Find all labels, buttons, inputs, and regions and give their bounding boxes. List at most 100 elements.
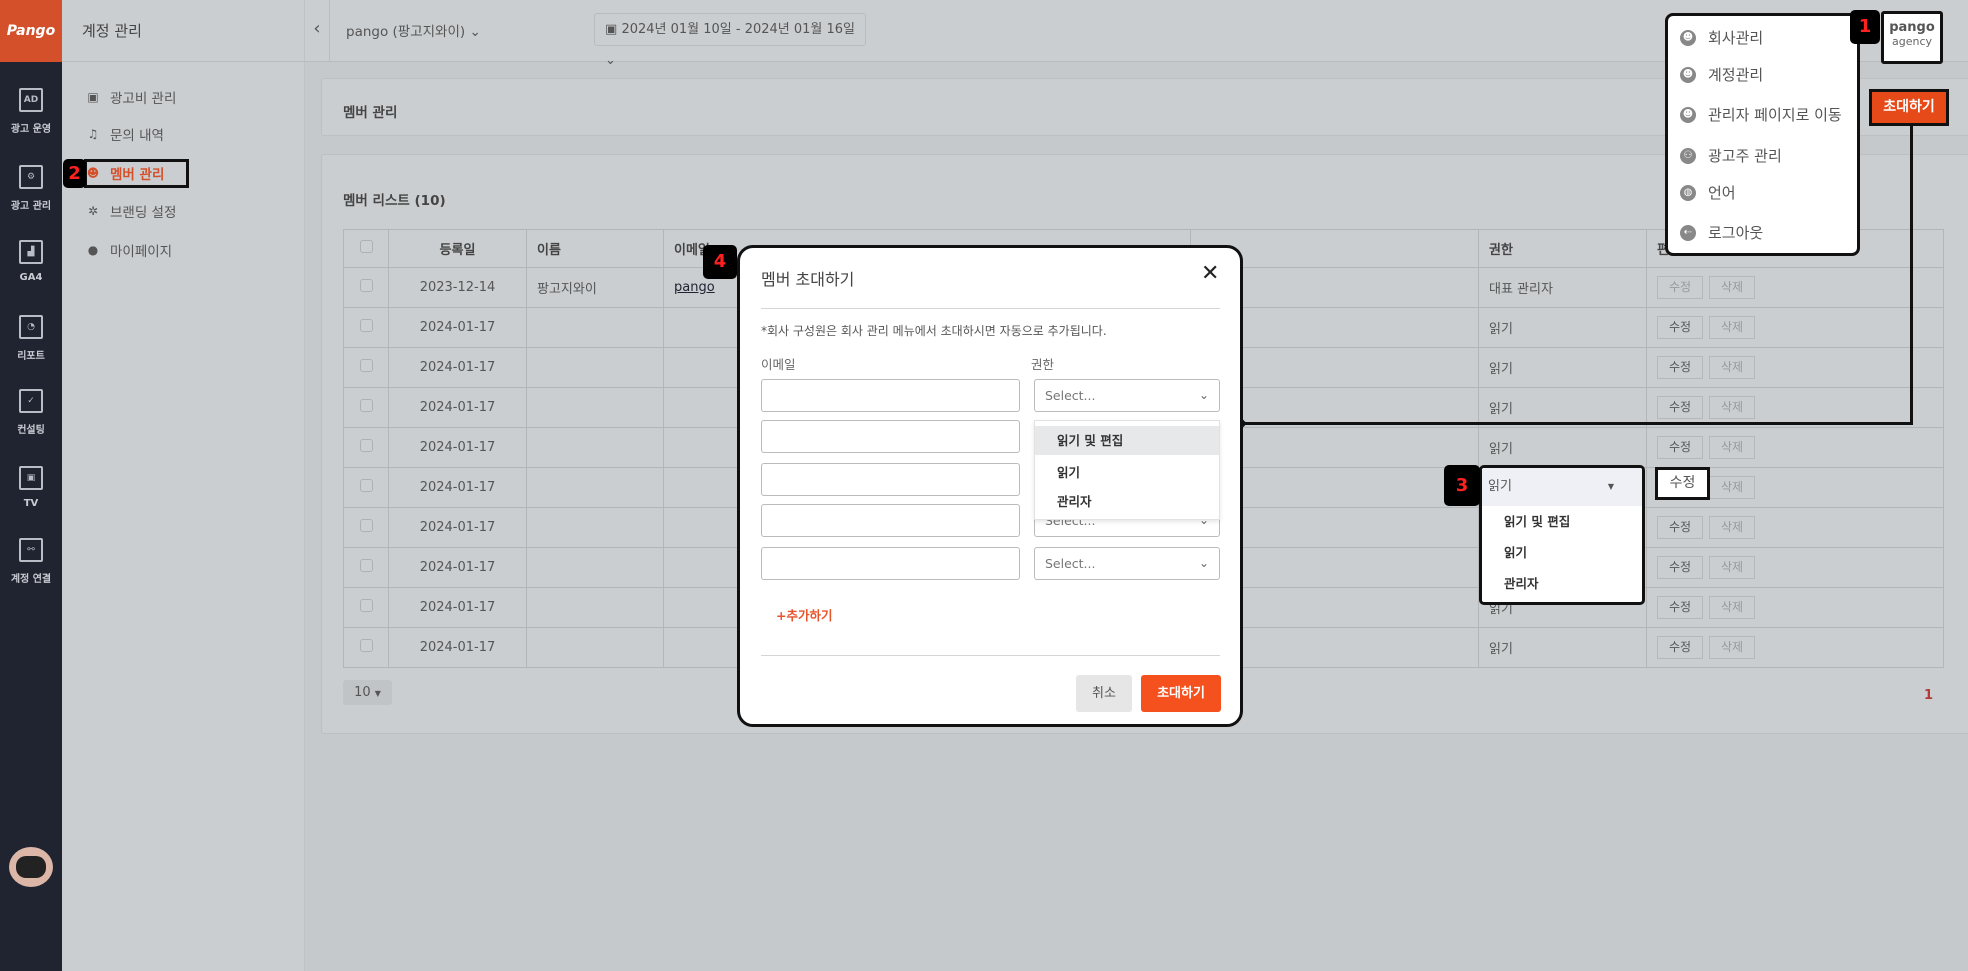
close-icon[interactable]: ✕: [1201, 261, 1219, 286]
step-badge-3: 3: [1444, 465, 1480, 506]
edit-button[interactable]: 수정: [1657, 516, 1703, 539]
user-menu-item[interactable]: ⚇ 광고주 관리: [1680, 145, 1782, 166]
delete-button[interactable]: 삭제: [1709, 476, 1755, 499]
nav-bar-chart[interactable]: ▟ GA4: [0, 240, 62, 283]
role-option[interactable]: 읽기: [1482, 537, 1642, 568]
cell-name: [526, 307, 664, 348]
row-checkbox[interactable]: [343, 467, 389, 508]
account-selector[interactable]: pango (팡고지와이) ⌄: [346, 20, 481, 40]
role-options-dropdown[interactable]: 읽기 및 편집 읽기 관리자: [1034, 420, 1220, 520]
role-option[interactable]: 관리자: [1482, 568, 1642, 599]
edit-button-highlighted[interactable]: 수정: [1655, 467, 1710, 500]
invite-button[interactable]: 초대하기: [1869, 89, 1949, 126]
edit-button[interactable]: 수정: [1657, 556, 1703, 579]
submit-invite-button[interactable]: 초대하기: [1141, 675, 1221, 712]
row-checkbox[interactable]: [343, 347, 389, 388]
nav-label: GA4: [19, 272, 43, 283]
callout-line: [1240, 422, 1913, 425]
nav-label: TV: [23, 498, 39, 509]
email-input[interactable]: [761, 379, 1020, 412]
column-header-name: 이름: [526, 229, 664, 268]
edit-button[interactable]: 수정: [1657, 356, 1703, 379]
role-select[interactable]: Select... ⌄: [1034, 547, 1220, 580]
edit-button[interactable]: 수정: [1657, 396, 1703, 419]
cell-name: [526, 587, 664, 628]
user-menu-item[interactable]: ☻ 계정관리: [1680, 64, 1763, 85]
row-checkbox[interactable]: [343, 547, 389, 588]
nav-tv[interactable]: ▣ TV: [0, 466, 62, 509]
row-checkbox[interactable]: [343, 427, 389, 468]
email-link[interactable]: pango: [674, 280, 715, 295]
role-label: 권한: [1031, 357, 1055, 372]
delete-button[interactable]: 삭제: [1709, 636, 1755, 659]
cancel-button[interactable]: 취소: [1076, 675, 1132, 712]
nav-report[interactable]: ◔ 리포트: [0, 315, 62, 362]
edit-button[interactable]: 수정: [1657, 276, 1703, 299]
role-option[interactable]: 읽기 및 편집: [1035, 426, 1219, 455]
user-menu-label: 계정관리: [1708, 66, 1764, 84]
nav-ad[interactable]: AD 광고 운영: [0, 88, 62, 135]
sidebar-item-money[interactable]: ▣ 광고비 관리: [86, 85, 176, 109]
delete-button[interactable]: 삭제: [1709, 596, 1755, 619]
nav-consulting[interactable]: ✓ 컨설팅: [0, 389, 62, 436]
user-profile-button[interactable]: pango agency: [1881, 11, 1943, 64]
sidebar-item-user[interactable]: ● 마이페이지: [86, 238, 172, 262]
role-option[interactable]: 관리자: [1035, 487, 1219, 516]
connect-icon: ⚯: [19, 538, 43, 562]
row-checkbox[interactable]: [343, 627, 389, 668]
chatbot-avatar[interactable]: [9, 847, 53, 887]
user-menu-item[interactable]: ☻ 회사관리: [1680, 27, 1763, 48]
email-input[interactable]: [761, 463, 1020, 496]
edit-button[interactable]: 수정: [1657, 316, 1703, 339]
delete-button[interactable]: 삭제: [1709, 396, 1755, 419]
cell-name: [526, 427, 664, 468]
pango-logo[interactable]: Pango: [0, 0, 62, 62]
nav-connect[interactable]: ⚯ 계정 연결: [0, 538, 62, 585]
role-option[interactable]: 읽기: [1035, 458, 1219, 487]
email-input[interactable]: [761, 547, 1020, 580]
role-select[interactable]: 읽기 ▼: [1482, 468, 1642, 506]
edit-button[interactable]: 수정: [1657, 436, 1703, 459]
user-menu-item[interactable]: ⇠ 로그아웃: [1680, 222, 1763, 243]
row-checkbox[interactable]: [343, 507, 389, 548]
add-row-button[interactable]: +추가하기: [776, 605, 832, 624]
row-checkbox[interactable]: [343, 387, 389, 428]
row-checkbox[interactable]: [343, 587, 389, 628]
step-badge-2: 2: [63, 159, 86, 188]
delete-button[interactable]: 삭제: [1709, 556, 1755, 579]
date-range-picker[interactable]: ▣ 2024년 01월 10일 - 2024년 01월 16일 ⌄: [594, 13, 866, 68]
delete-button[interactable]: 삭제: [1709, 316, 1755, 339]
cell-date: 2024-01-17: [388, 387, 527, 428]
page-size-select[interactable]: 10 ▼: [343, 680, 392, 705]
delete-button[interactable]: 삭제: [1709, 276, 1755, 299]
email-input[interactable]: [761, 504, 1020, 537]
edit-button[interactable]: 수정: [1657, 596, 1703, 619]
email-input[interactable]: [761, 420, 1020, 453]
chevron-down-icon: ⌄: [1198, 556, 1209, 570]
user-menu-item[interactable]: ☻ 관리자 페이지로 이동: [1680, 104, 1842, 125]
delete-button[interactable]: 삭제: [1709, 516, 1755, 539]
nav-label: 계정 연결: [10, 574, 52, 585]
delete-button[interactable]: 삭제: [1709, 356, 1755, 379]
sidebar-item-headset[interactable]: ♫ 문의 내역: [86, 122, 164, 146]
role-option[interactable]: 읽기 및 편집: [1482, 506, 1642, 537]
select-all-checkbox[interactable]: [343, 229, 389, 268]
report-icon: ◔: [19, 315, 43, 339]
admin-icon: ☻: [1680, 106, 1696, 123]
sidebar-item-cursor-click[interactable]: ✲ 브랜딩 설정: [86, 199, 176, 223]
row-checkbox[interactable]: [343, 267, 389, 308]
delete-button[interactable]: 삭제: [1709, 436, 1755, 459]
cell-name: [526, 547, 664, 588]
cell-date: 2024-01-17: [388, 307, 527, 348]
caret-down-icon: ▼: [1607, 482, 1614, 491]
user-menu-label: 관리자 페이지로 이동: [1708, 106, 1842, 124]
gear-icon: ⚙: [19, 165, 43, 189]
nav-gear[interactable]: ⚙ 광고 관리: [0, 165, 62, 212]
user-menu-item[interactable]: ◍ 언어: [1680, 182, 1736, 203]
collapse-sidebar-button[interactable]: ‹: [305, 0, 330, 62]
role-select[interactable]: Select... ⌄: [1034, 379, 1220, 412]
role-dropdown-open[interactable]: 읽기 ▼ 읽기 및 편집 읽기 관리자: [1479, 465, 1645, 605]
edit-button[interactable]: 수정: [1657, 636, 1703, 659]
row-checkbox[interactable]: [343, 307, 389, 348]
pagination-page-1[interactable]: 1: [1924, 688, 1933, 703]
